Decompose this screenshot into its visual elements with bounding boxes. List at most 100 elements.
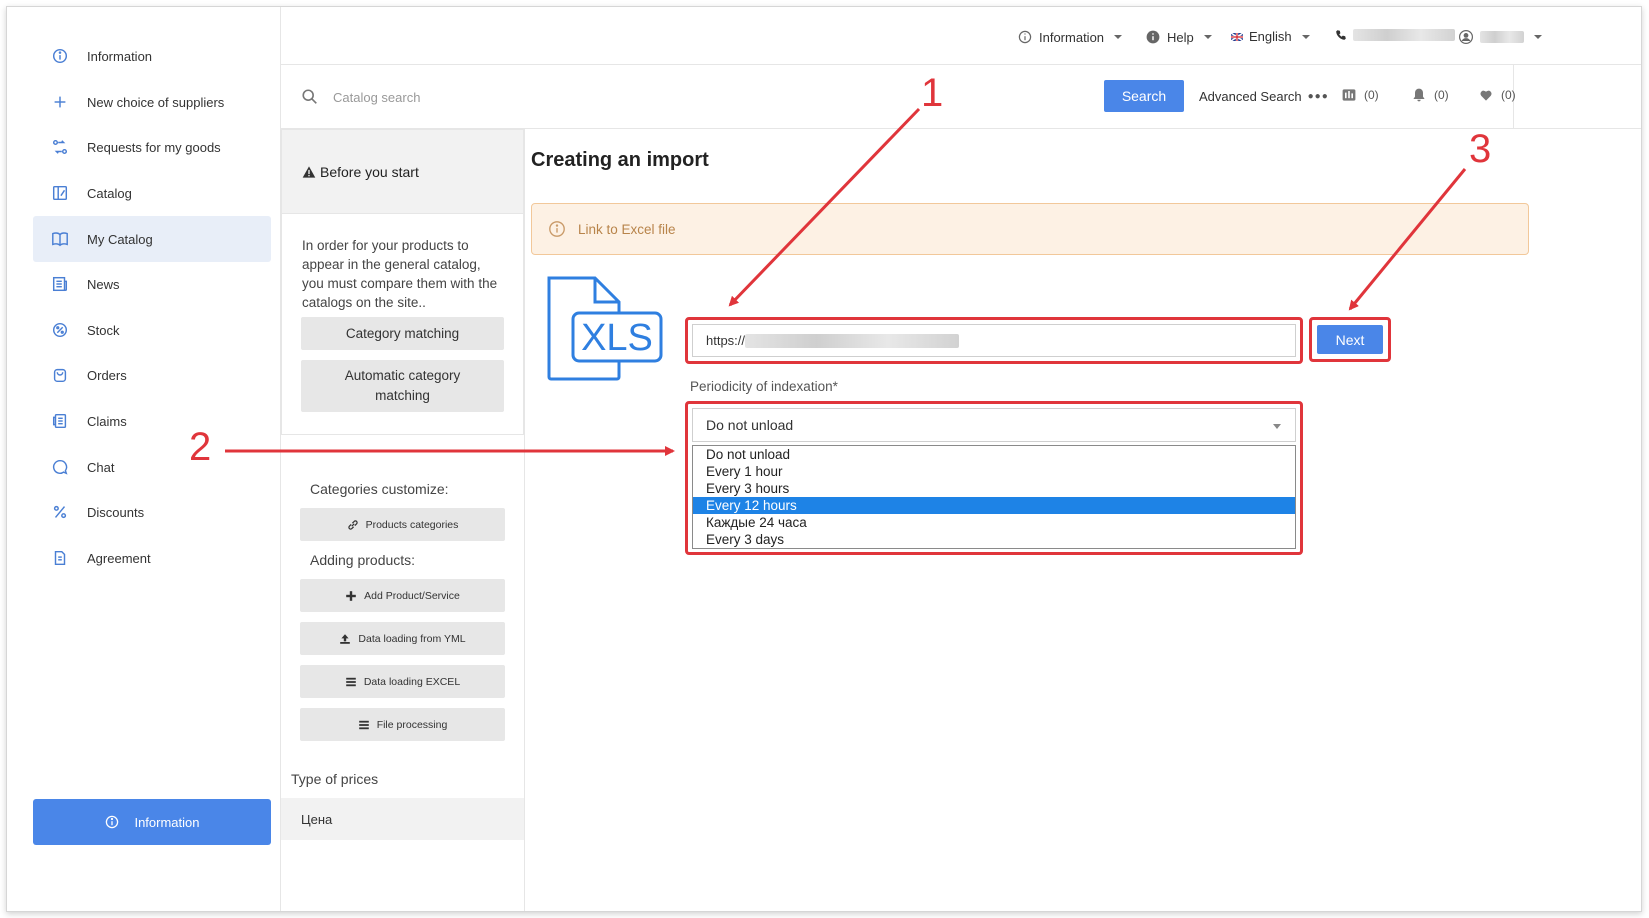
sidebar-item-label: My Catalog — [87, 231, 153, 247]
category-matching-button[interactable]: Category matching — [301, 317, 504, 350]
sidebar-item-label: Catalog — [87, 185, 132, 201]
url-highlight-box: https:// — [685, 317, 1303, 364]
sidebar-item-chat[interactable]: Chat — [33, 444, 271, 490]
option-every-3-hours[interactable]: Every 3 hours — [693, 480, 1295, 497]
annotation-number-3: 3 — [1469, 127, 1492, 171]
before-you-start-card: Before you start In order for your produ… — [281, 129, 524, 435]
type-of-prices-label: Type of prices — [291, 771, 379, 787]
sidebar-item-catalog[interactable]: Catalog — [33, 170, 271, 216]
sidebar-item-label: Agreement — [87, 550, 151, 566]
help-menu[interactable]: Help — [1145, 29, 1212, 45]
sidebar-item-requests[interactable]: Requests for my goods — [33, 124, 271, 170]
sidebar-item-label: Chat — [87, 459, 115, 475]
advanced-search-link[interactable]: Advanced Search ●●● — [1199, 89, 1329, 104]
search-input[interactable]: Catalog search — [301, 85, 601, 109]
chevron-down-icon — [1114, 35, 1123, 39]
upload-icon — [340, 633, 351, 644]
information-menu[interactable]: Information — [1017, 29, 1123, 45]
favorites-count: (0) — [1501, 88, 1516, 102]
document-icon — [33, 549, 87, 567]
more-dots-icon: ●●● — [1307, 91, 1329, 102]
sidebar-item-label: Orders — [87, 367, 127, 383]
top-bar: Information Help English — [281, 7, 1641, 65]
info-icon — [1018, 30, 1032, 44]
sidebar-item-new-suppliers[interactable]: New choice of suppliers — [33, 79, 271, 125]
excel-url-input[interactable]: https:// — [692, 324, 1296, 357]
data-loading-yml-button[interactable]: Data loading from YML — [300, 622, 505, 655]
chevron-down-icon — [1273, 424, 1281, 429]
plus-icon — [33, 93, 87, 111]
sidebar-item-label: Requests for my goods — [87, 139, 221, 155]
language-label: English — [1249, 29, 1292, 44]
adding-products-label: Adding products: — [310, 552, 416, 568]
option-every-1-hour[interactable]: Every 1 hour — [693, 463, 1295, 480]
exchange-icon — [33, 138, 87, 156]
book-icon — [33, 230, 87, 248]
bell-icon — [1413, 88, 1425, 102]
uk-flag-icon — [1231, 32, 1243, 41]
products-categories-button[interactable]: Products categories — [300, 508, 505, 541]
url-value: https:// — [706, 333, 746, 348]
news-icon — [33, 275, 87, 293]
info-filled-icon — [1146, 30, 1160, 44]
price-type-row[interactable]: Цена — [281, 798, 524, 840]
page-title: Creating an import — [531, 149, 709, 171]
claims-icon — [33, 412, 87, 430]
plus-icon — [346, 590, 356, 601]
search-button[interactable]: Search — [1104, 80, 1184, 112]
sidebar-item-claims[interactable]: Claims — [33, 398, 271, 444]
chevron-down-icon — [1301, 34, 1310, 39]
sidebar-item-information[interactable]: Information — [33, 33, 271, 79]
favorites-counter[interactable]: (0) — [1478, 87, 1516, 103]
file-processing-button[interactable]: File processing — [300, 708, 505, 741]
sidebar-item-orders[interactable]: Orders — [33, 352, 271, 398]
option-every-3-days[interactable]: Every 3 days — [693, 531, 1295, 548]
periodicity-options-list: Do not unload Every 1 hour Every 3 hours… — [692, 445, 1296, 549]
add-product-button[interactable]: Add Product/Service — [300, 579, 505, 612]
automatic-category-matching-button[interactable]: Automatic category matching — [301, 360, 504, 412]
annotation-number-2: 2 — [189, 425, 212, 469]
option-do-not-unload[interactable]: Do not unload — [693, 446, 1295, 463]
app-window: Information New choice of suppliers Requ… — [6, 6, 1642, 912]
advanced-search-label: Advanced Search — [1199, 89, 1302, 104]
info-icon — [549, 221, 565, 237]
notifications-counter[interactable]: (0) — [1411, 87, 1449, 103]
percent-circle-icon — [33, 321, 87, 339]
sidebar-item-label: News — [87, 276, 120, 292]
xls-file-icon: XLS — [547, 276, 663, 381]
sidebar-item-discounts[interactable]: Discounts — [33, 489, 271, 535]
sidebar-item-label: Information — [87, 48, 153, 64]
option-every-24-hours[interactable]: Каждые 24 часа — [693, 514, 1295, 531]
notifications-count: (0) — [1434, 88, 1449, 102]
option-every-12-hours[interactable]: Every 12 hours — [693, 497, 1295, 514]
compare-counter[interactable]: (0) — [1341, 87, 1379, 103]
help-menu-label: Help — [1167, 29, 1194, 45]
next-button[interactable]: Next — [1317, 325, 1383, 354]
search-icon — [302, 89, 317, 104]
search-bar: Catalog search Search Advanced Search ●●… — [281, 65, 1641, 129]
before-you-start-header: Before you start — [282, 130, 523, 214]
list-icon — [346, 677, 356, 686]
heart-icon — [1480, 90, 1492, 101]
warning-icon — [302, 165, 316, 178]
sidebar-item-label: New choice of suppliers — [87, 94, 225, 110]
language-menu[interactable]: English — [1231, 29, 1310, 44]
sidebar-item-stock[interactable]: Stock — [33, 307, 271, 353]
sidebar-item-agreement[interactable]: Agreement — [33, 535, 271, 581]
blurred-username — [1480, 31, 1524, 43]
link-icon — [347, 519, 358, 530]
sidebar-item-news[interactable]: News — [33, 261, 271, 307]
periodicity-label: Periodicity of indexation* — [690, 379, 838, 394]
add-product-label: Add Product/Service — [364, 589, 460, 602]
before-you-start-title: Before you start — [320, 163, 419, 180]
periodicity-selected-value: Do not unload — [706, 417, 794, 433]
data-loading-yml-label: Data loading from YML — [358, 632, 466, 645]
user-menu[interactable] — [1458, 29, 1542, 45]
information-button[interactable]: Information — [33, 799, 271, 845]
sidebar-item-my-catalog[interactable]: My Catalog — [33, 216, 271, 262]
periodicity-select[interactable]: Do not unload — [692, 408, 1296, 442]
compare-count: (0) — [1364, 88, 1379, 102]
catalog-icon — [33, 184, 87, 202]
file-processing-label: File processing — [376, 718, 448, 731]
data-loading-excel-button[interactable]: Data loading EXCEL — [300, 665, 505, 698]
